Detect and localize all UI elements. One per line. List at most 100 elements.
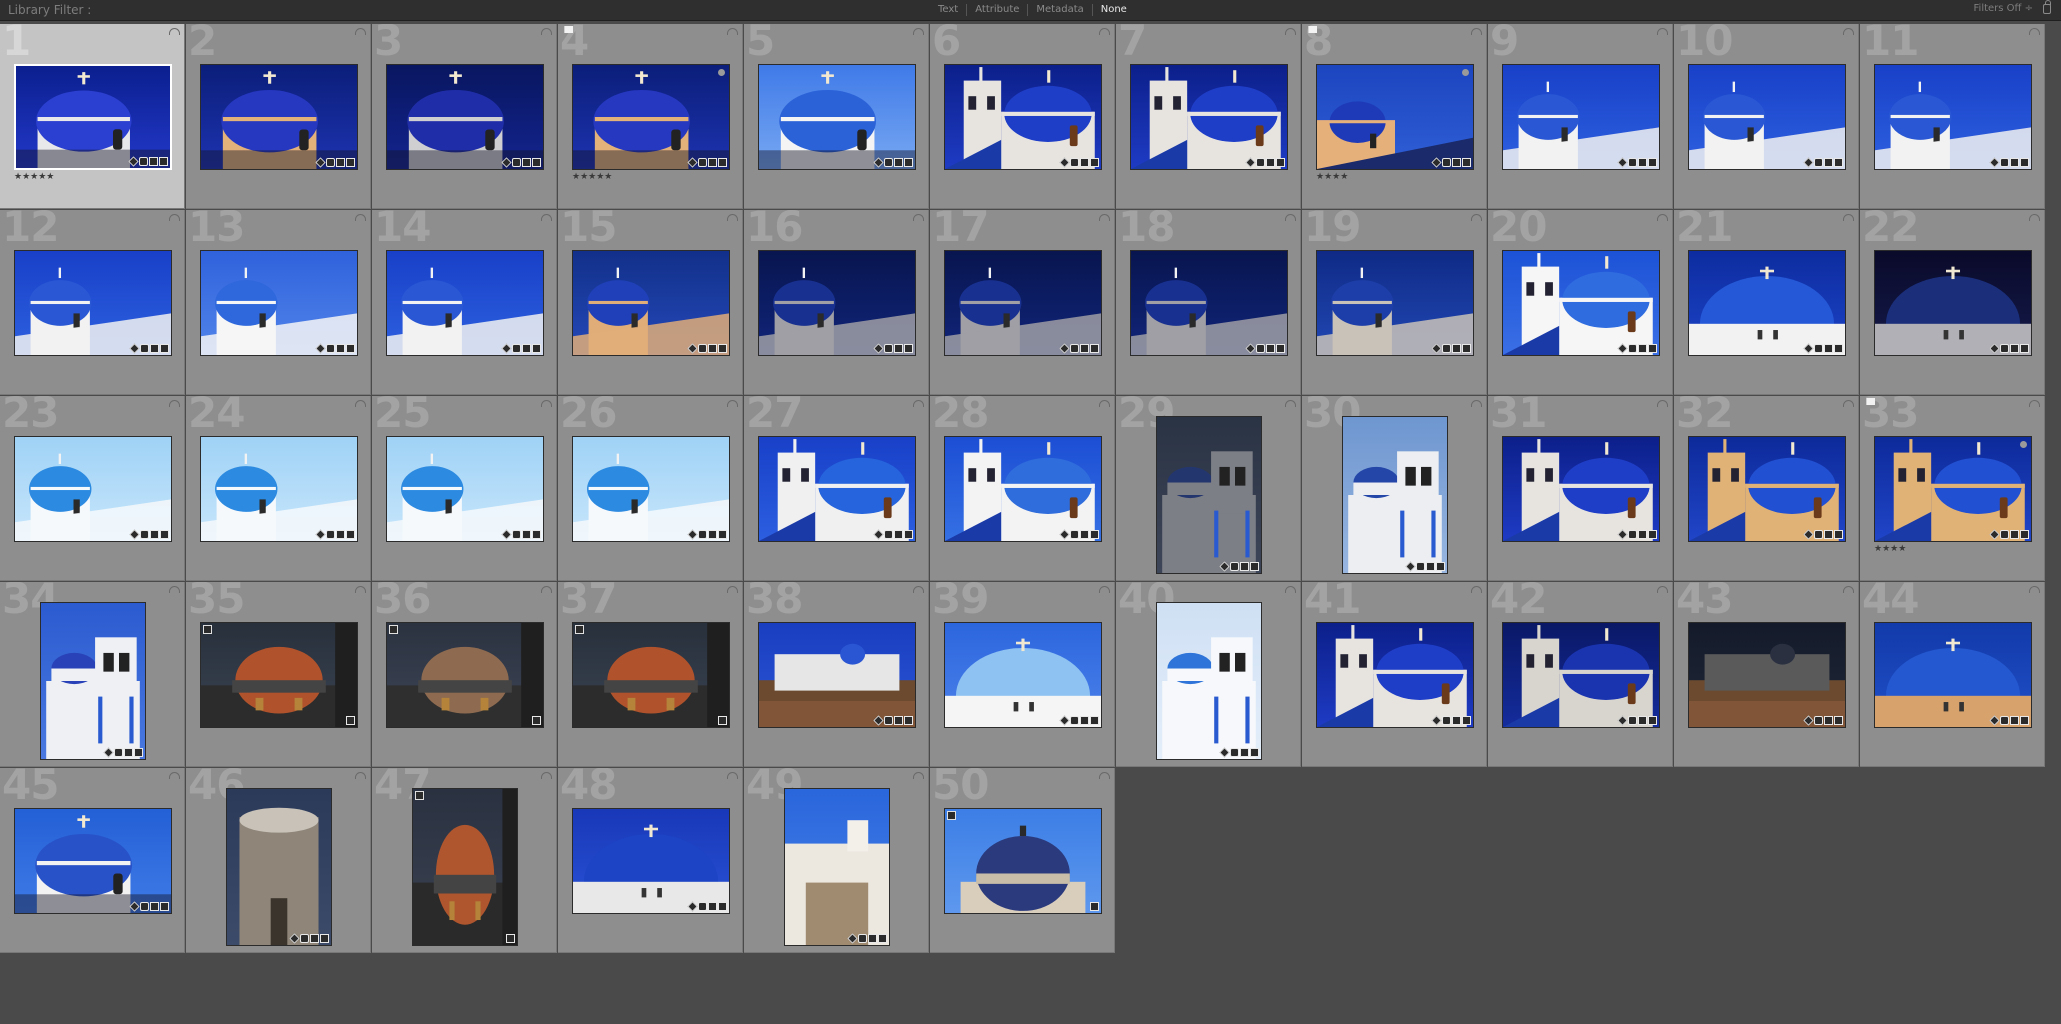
grid-cell-32[interactable]: 32 bbox=[1674, 396, 1859, 581]
keyword-icon[interactable] bbox=[1431, 157, 1442, 168]
grid-cell-29[interactable]: 29 bbox=[1116, 396, 1301, 581]
keyword-icon[interactable] bbox=[1803, 715, 1814, 726]
photo-thumbnail[interactable] bbox=[40, 602, 146, 760]
crop-icon[interactable] bbox=[2010, 344, 2019, 353]
grid-cell-40[interactable]: 40 bbox=[1116, 582, 1301, 767]
star-rating[interactable]: ★★★★★ bbox=[572, 172, 612, 182]
comment-icon[interactable] bbox=[1442, 158, 1451, 167]
rotate-icon[interactable] bbox=[1843, 214, 1854, 221]
comment-icon[interactable] bbox=[1628, 158, 1637, 167]
stack-icon[interactable] bbox=[575, 625, 584, 634]
comment-icon[interactable] bbox=[140, 530, 149, 539]
comment-icon[interactable] bbox=[2000, 530, 2009, 539]
grid-cell-45[interactable]: 45 bbox=[0, 768, 185, 953]
comment-icon[interactable] bbox=[512, 344, 521, 353]
grid-cell-44[interactable]: 44 bbox=[1860, 582, 2045, 767]
grid-cell-11[interactable]: 11 bbox=[1860, 24, 2045, 209]
photo-thumbnail[interactable] bbox=[572, 436, 730, 542]
develop-settings-icon[interactable] bbox=[1648, 158, 1657, 167]
photo-thumbnail[interactable] bbox=[1688, 64, 1846, 170]
develop-settings-icon[interactable] bbox=[532, 530, 541, 539]
develop-settings-icon[interactable] bbox=[1276, 344, 1285, 353]
keyword-icon[interactable] bbox=[1617, 715, 1628, 726]
rotate-icon[interactable] bbox=[727, 28, 738, 35]
photo-thumbnail[interactable] bbox=[1156, 602, 1262, 760]
grid-cell-14[interactable]: 14 bbox=[372, 210, 557, 395]
comment-icon[interactable] bbox=[1628, 530, 1637, 539]
keyword-icon[interactable] bbox=[501, 343, 512, 354]
develop-settings-icon[interactable] bbox=[1834, 344, 1843, 353]
crop-icon[interactable] bbox=[1080, 530, 1089, 539]
photo-thumbnail[interactable] bbox=[944, 808, 1102, 914]
rotate-icon[interactable] bbox=[541, 28, 552, 35]
comment-icon[interactable] bbox=[326, 530, 335, 539]
comment-icon[interactable] bbox=[512, 158, 521, 167]
keyword-icon[interactable] bbox=[1617, 529, 1628, 540]
comment-icon[interactable] bbox=[1416, 562, 1425, 571]
keyword-icon[interactable] bbox=[1989, 157, 2000, 168]
photo-thumbnail[interactable] bbox=[758, 436, 916, 542]
grid-cell-2[interactable]: 2 bbox=[186, 24, 371, 209]
comment-icon[interactable] bbox=[2000, 716, 2009, 725]
grid-cell-22[interactable]: 22 bbox=[1860, 210, 2045, 395]
photo-thumbnail[interactable] bbox=[14, 436, 172, 542]
rotate-icon[interactable] bbox=[913, 772, 924, 779]
quick-collection-icon[interactable] bbox=[718, 69, 725, 76]
develop-settings-icon[interactable] bbox=[904, 158, 913, 167]
develop-settings-icon[interactable] bbox=[346, 158, 355, 167]
grid-cell-24[interactable]: 24 bbox=[186, 396, 371, 581]
rotate-icon[interactable] bbox=[1843, 586, 1854, 593]
develop-settings-icon[interactable] bbox=[1834, 530, 1843, 539]
rotate-icon[interactable] bbox=[1471, 214, 1482, 221]
comment-icon[interactable] bbox=[300, 934, 309, 943]
star-rating[interactable]: ★★★★★ bbox=[14, 172, 54, 182]
grid-cell-23[interactable]: 23 bbox=[0, 396, 185, 581]
crop-icon[interactable] bbox=[1824, 158, 1833, 167]
pick-flag-icon[interactable] bbox=[1866, 398, 1875, 405]
comment-icon[interactable] bbox=[1442, 716, 1451, 725]
rotate-icon[interactable] bbox=[2029, 400, 2040, 407]
comment-icon[interactable] bbox=[1814, 716, 1823, 725]
develop-settings-icon[interactable] bbox=[2020, 158, 2029, 167]
rotate-icon[interactable] bbox=[1471, 400, 1482, 407]
crop-icon[interactable] bbox=[1240, 748, 1249, 757]
crop-icon[interactable] bbox=[1240, 562, 1249, 571]
develop-settings-icon[interactable] bbox=[160, 902, 169, 911]
photo-thumbnail[interactable] bbox=[1874, 436, 2032, 542]
photo-thumbnail[interactable] bbox=[1130, 64, 1288, 170]
develop-settings-icon[interactable] bbox=[160, 530, 169, 539]
crop-icon[interactable] bbox=[1452, 344, 1461, 353]
rotate-icon[interactable] bbox=[169, 772, 180, 779]
grid-cell-21[interactable]: 21 bbox=[1674, 210, 1859, 395]
rotate-icon[interactable] bbox=[169, 214, 180, 221]
comment-icon[interactable] bbox=[1814, 344, 1823, 353]
photo-thumbnail[interactable] bbox=[1316, 64, 1474, 170]
develop-settings-icon[interactable] bbox=[532, 344, 541, 353]
keyword-icon[interactable] bbox=[1989, 529, 2000, 540]
photo-thumbnail[interactable] bbox=[1502, 436, 1660, 542]
comment-icon[interactable] bbox=[1814, 158, 1823, 167]
crop-icon[interactable] bbox=[1080, 716, 1089, 725]
keyword-icon[interactable] bbox=[1431, 343, 1442, 354]
comment-icon[interactable] bbox=[1070, 344, 1079, 353]
photo-thumbnail[interactable] bbox=[572, 808, 730, 914]
grid-cell-37[interactable]: 37 bbox=[558, 582, 743, 767]
crop-icon[interactable] bbox=[2010, 716, 2019, 725]
grid-cell-48[interactable]: 48 bbox=[558, 768, 743, 953]
rotate-icon[interactable] bbox=[2029, 214, 2040, 221]
crop-icon[interactable] bbox=[1638, 716, 1647, 725]
develop-settings-icon[interactable] bbox=[1250, 748, 1259, 757]
keyword-icon[interactable] bbox=[687, 157, 698, 168]
quick-collection-icon[interactable] bbox=[1462, 69, 1469, 76]
develop-settings-icon[interactable] bbox=[718, 344, 727, 353]
filter-mode-attribute[interactable]: Attribute bbox=[967, 4, 1029, 16]
develop-settings-icon[interactable] bbox=[1276, 158, 1285, 167]
grid-cell-27[interactable]: 27 bbox=[744, 396, 929, 581]
rotate-icon[interactable] bbox=[541, 214, 552, 221]
develop-settings-icon[interactable] bbox=[904, 530, 913, 539]
rotate-icon[interactable] bbox=[1471, 586, 1482, 593]
comment-icon[interactable] bbox=[1628, 344, 1637, 353]
photo-thumbnail[interactable] bbox=[944, 250, 1102, 356]
crop-icon[interactable] bbox=[894, 344, 903, 353]
rotate-icon[interactable] bbox=[1657, 214, 1668, 221]
